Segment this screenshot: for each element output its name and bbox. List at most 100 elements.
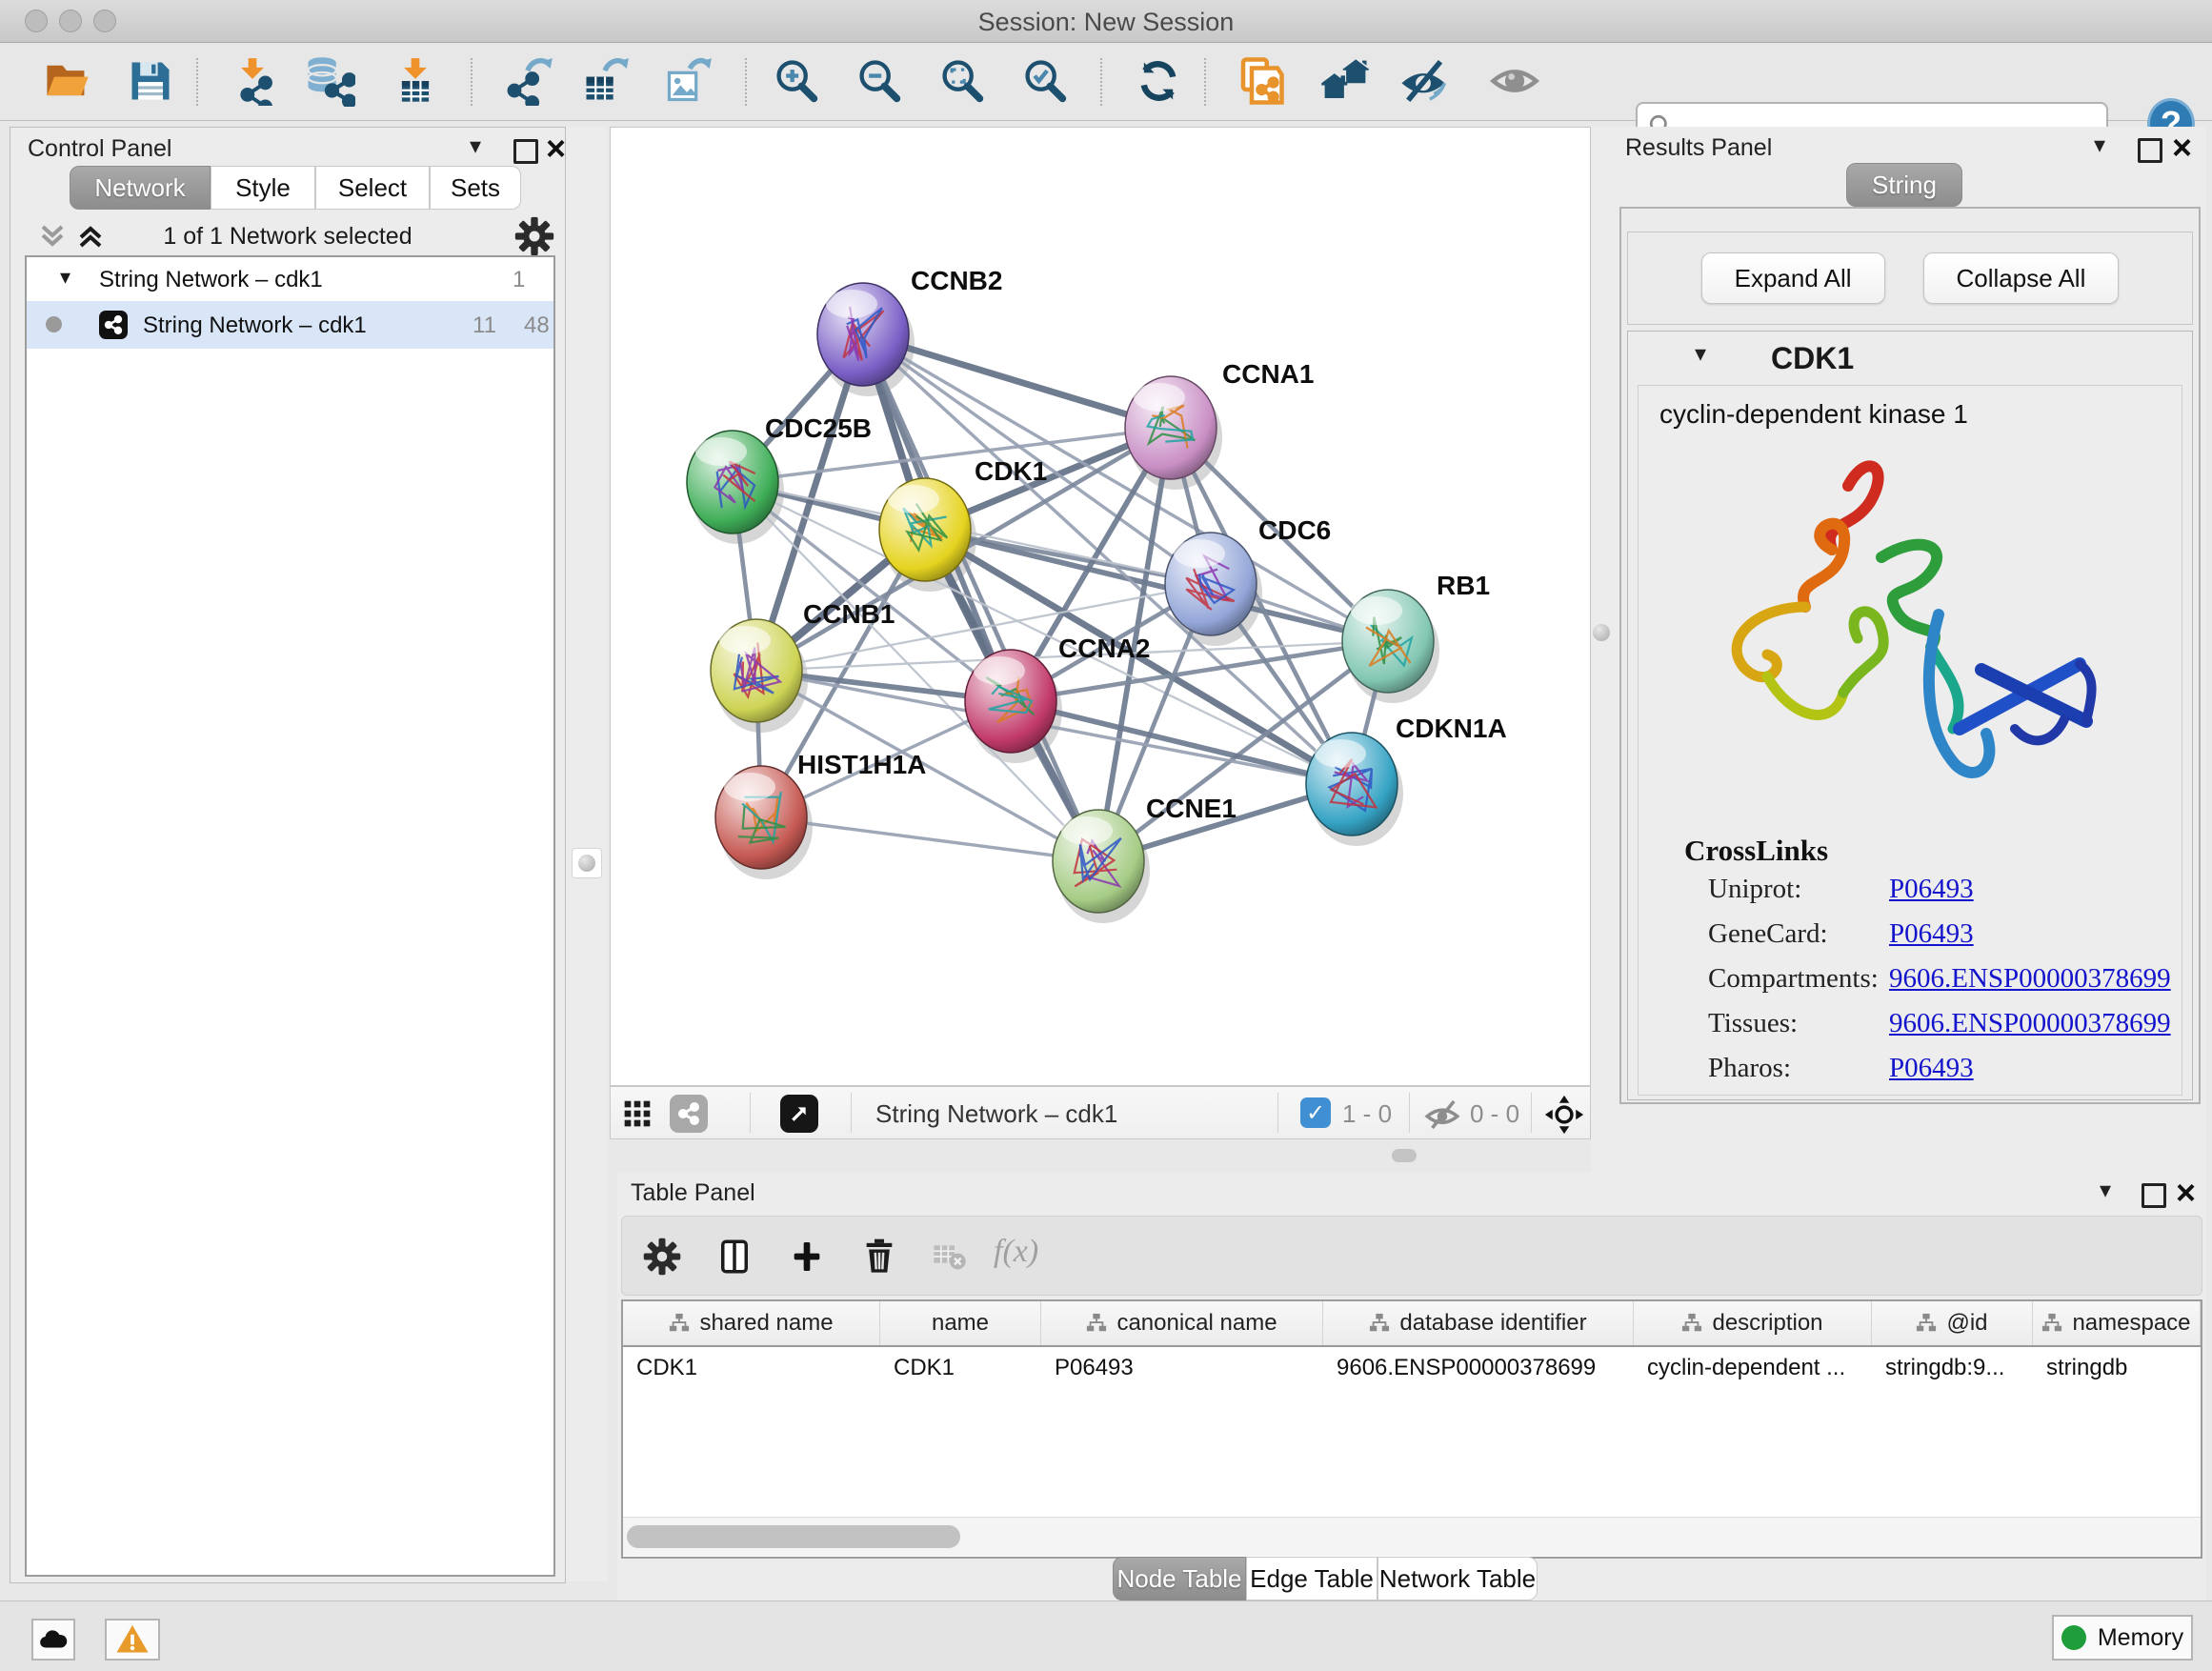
import-table-from-file-icon[interactable] <box>389 54 442 108</box>
results-panel-collapse-icon[interactable]: ▾ <box>2094 134 2105 157</box>
network-node-CDC6[interactable] <box>1165 533 1257 635</box>
table-cell[interactable]: P06493 <box>1041 1347 1323 1391</box>
tab-select[interactable]: Select <box>315 166 430 210</box>
table-horizontal-scrollbar[interactable] <box>623 1517 2201 1556</box>
results-panel-float-icon[interactable] <box>2138 138 2162 163</box>
import-network-from-file-icon[interactable] <box>226 54 279 108</box>
results-panel-close-icon[interactable]: × <box>2172 135 2192 160</box>
expand-all-button[interactable]: Expand All <box>1701 252 1885 304</box>
create-column-plus-icon[interactable] <box>780 1230 834 1283</box>
table-cell[interactable]: cyclin-dependent ... <box>1634 1347 1872 1391</box>
table-cell[interactable]: CDK1 <box>880 1347 1041 1391</box>
table-cell[interactable]: CDK1 <box>623 1347 880 1391</box>
hidden-eye-slash-icon[interactable] <box>1422 1095 1462 1139</box>
tab-sets[interactable]: Sets <box>430 166 521 210</box>
network-node-CCNB2[interactable] <box>817 283 909 386</box>
zoom-out-icon[interactable] <box>853 54 906 108</box>
refresh-icon[interactable] <box>1132 54 1185 108</box>
collapse-all-button[interactable]: Collapse All <box>1923 252 2120 304</box>
collection-expand-triangle-icon[interactable]: ▾ <box>60 265 70 290</box>
column-header-namespace[interactable]: namespace <box>2033 1301 2201 1345</box>
show-columns-icon[interactable] <box>708 1230 761 1283</box>
crosslink-link[interactable]: P06493 <box>1889 874 1974 905</box>
table-row[interactable]: CDK1CDK1P064939606.ENSP00000378699cyclin… <box>623 1347 2201 1391</box>
table-panel-float-icon[interactable] <box>2142 1183 2166 1208</box>
network-node-CCNE1[interactable] <box>1053 810 1144 913</box>
delete-column-trash-icon[interactable] <box>853 1230 906 1283</box>
edge-CCNB2-CCNA1[interactable] <box>863 334 1171 428</box>
crosslink-link[interactable]: P06493 <box>1889 1053 1974 1084</box>
string-network-graph[interactable]: CCNB2CCNA1CDC25BCDK1CDC6RB1CCNB1CCNA2CDK… <box>611 128 1590 1085</box>
function-builder-icon[interactable]: f(x) <box>994 1234 1038 1270</box>
right-splitter[interactable] <box>1591 127 1612 1172</box>
network-node-CCNB1[interactable] <box>711 619 802 722</box>
export-image-icon[interactable] <box>661 54 714 108</box>
export-table-icon[interactable] <box>578 54 632 108</box>
column-header-description[interactable]: description <box>1634 1301 1872 1345</box>
control-panel-collapse-icon[interactable]: ▾ <box>470 135 481 158</box>
scrollbar-thumb[interactable] <box>627 1525 960 1548</box>
edge-CCNB2-CCNE1[interactable] <box>863 334 1098 861</box>
edge-HIST1H1A-CCNE1[interactable] <box>761 817 1098 861</box>
gene-expand-triangle-icon[interactable]: ▾ <box>1695 343 1706 366</box>
network-node-CCNA1[interactable] <box>1125 376 1217 479</box>
import-network-from-database-icon[interactable] <box>303 54 356 108</box>
network-node-CDC25B[interactable] <box>687 431 778 534</box>
network-node-RB1[interactable] <box>1342 590 1434 693</box>
table-cell[interactable]: 9606.ENSP00000378699 <box>1323 1347 1634 1391</box>
open-folder-icon[interactable] <box>40 54 93 108</box>
network-node-HIST1H1A[interactable] <box>715 766 807 869</box>
table-options-gear-icon[interactable] <box>635 1230 689 1283</box>
table-cell[interactable]: stringdb <box>2033 1347 2201 1391</box>
column-header-canonical-name[interactable]: canonical name <box>1041 1301 1323 1345</box>
warnings-button[interactable] <box>105 1619 160 1661</box>
network-share-view-icon[interactable] <box>670 1095 708 1133</box>
selected-checkbox-icon[interactable]: ✓ <box>1300 1097 1331 1128</box>
column-header-shared-name[interactable]: shared name <box>623 1301 880 1345</box>
right-splitter-handle[interactable] <box>1593 624 1610 641</box>
network-node-CDKN1A[interactable] <box>1306 733 1398 836</box>
tab-node-table[interactable]: Node Table <box>1113 1557 1246 1601</box>
birds-eye-view-icon[interactable] <box>1544 1095 1584 1139</box>
cloud-status-button[interactable] <box>31 1619 75 1661</box>
left-splitter-handle[interactable] <box>572 848 602 878</box>
detach-view-icon[interactable] <box>780 1095 818 1133</box>
crosslink-link[interactable]: P06493 <box>1889 918 1974 950</box>
crosslink-link[interactable]: 9606.ENSP00000378699 <box>1889 963 2171 995</box>
table-cell[interactable]: stringdb:9... <box>1872 1347 2033 1391</box>
column-header-database-identifier[interactable]: database identifier <box>1323 1301 1634 1345</box>
save-session-icon[interactable] <box>124 54 177 108</box>
network-row[interactable]: String Network – cdk1 11 48 <box>27 301 553 349</box>
zoom-in-icon[interactable] <box>770 54 823 108</box>
column-header--id[interactable]: @id <box>1872 1301 2033 1345</box>
network-canvas[interactable]: CCNB2CCNA1CDC25BCDK1CDC6RB1CCNB1CCNA2CDK… <box>610 127 1591 1086</box>
network-collection-row[interactable]: ▾ String Network – cdk1 1 <box>27 257 553 301</box>
first-neighbors-icon[interactable] <box>1318 54 1372 108</box>
tab-network[interactable]: Network <box>70 166 211 210</box>
tab-style[interactable]: Style <box>211 166 315 210</box>
zoom-selected-icon[interactable] <box>1018 54 1072 108</box>
table-panel-close-icon[interactable]: × <box>2176 1180 2196 1205</box>
network-node-CDK1[interactable] <box>879 478 971 581</box>
hide-selected-eye-slash-icon[interactable] <box>1397 54 1450 108</box>
tab-network-table[interactable]: Network Table <box>1377 1557 1538 1601</box>
network-node-CCNA2[interactable] <box>965 650 1056 753</box>
zoom-fit-content-icon[interactable] <box>935 54 989 108</box>
tab-string[interactable]: String <box>1846 163 1962 207</box>
show-all-eye-icon[interactable] <box>1488 54 1541 108</box>
table-panel-collapse-icon[interactable]: ▾ <box>2100 1179 2111 1202</box>
bottom-splitter-handle[interactable] <box>1392 1149 1417 1162</box>
tab-edge-table[interactable]: Edge Table <box>1246 1557 1377 1601</box>
control-panel-close-icon[interactable]: × <box>546 136 566 161</box>
column-header-name[interactable]: name <box>880 1301 1041 1345</box>
control-panel-float-icon[interactable] <box>513 139 538 164</box>
left-splitter[interactable] <box>566 127 608 1581</box>
crosslink-link[interactable]: 9606.ENSP00000378699 <box>1889 1008 2171 1039</box>
copy-icon[interactable] <box>1234 54 1287 108</box>
bottom-splitter[interactable] <box>610 1139 1591 1172</box>
grid-view-icon[interactable] <box>616 1093 658 1135</box>
export-network-icon[interactable] <box>503 54 556 108</box>
memory-button[interactable]: Memory <box>2052 1615 2193 1661</box>
delete-table-icon[interactable] <box>923 1230 976 1283</box>
gene-section-header[interactable]: ▾ CDK1 <box>1628 332 2192 385</box>
